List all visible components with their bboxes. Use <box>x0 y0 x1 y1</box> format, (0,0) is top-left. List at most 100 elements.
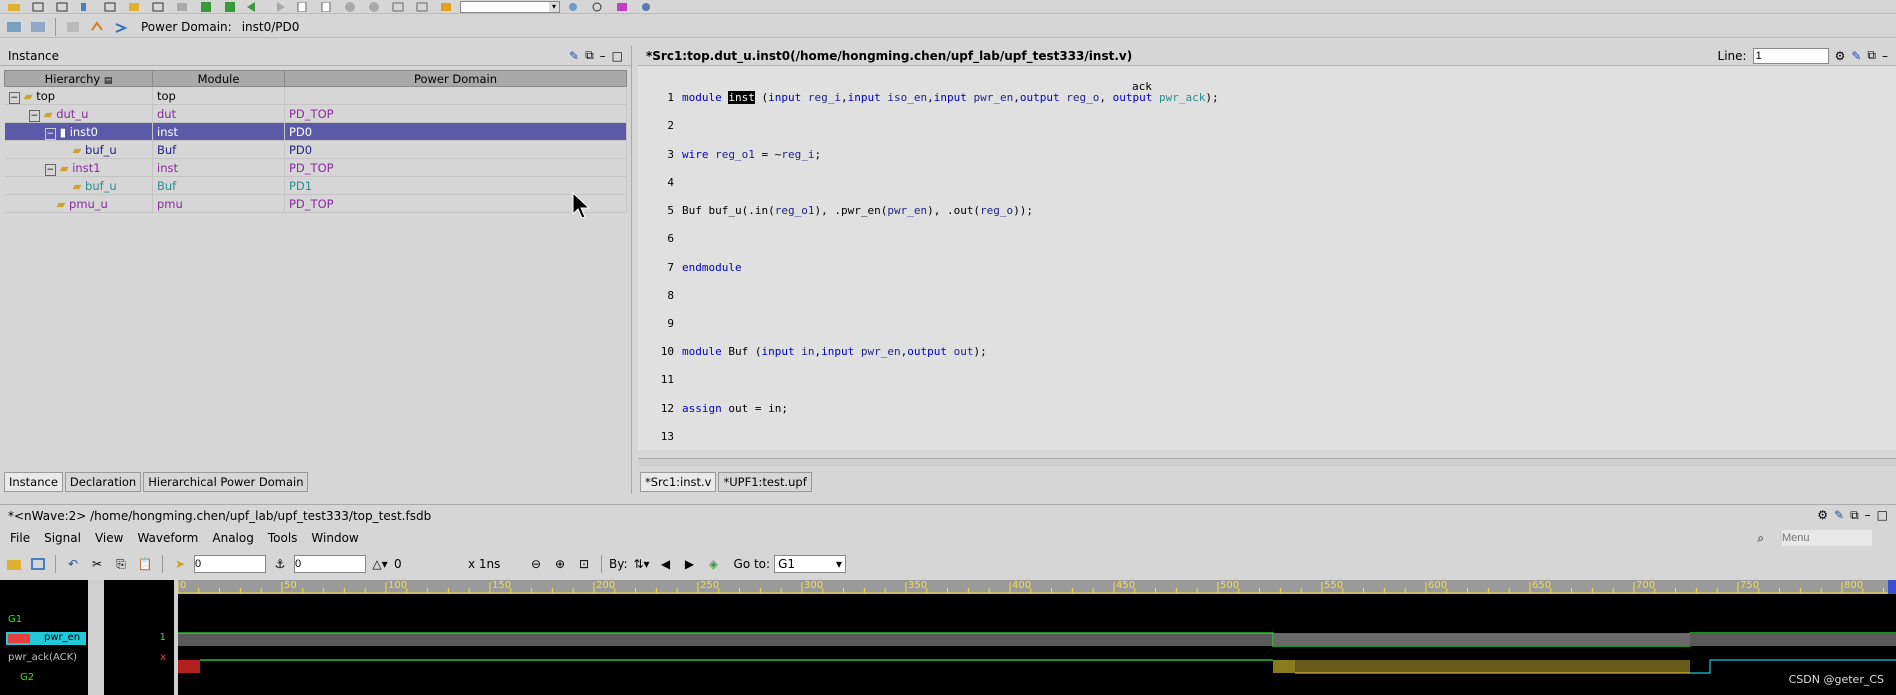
driver-icon[interactable] <box>172 1 192 13</box>
pin-icon[interactable]: ✎ <box>569 49 579 63</box>
table-row[interactable]: − ▰ inst1 inst PD_TOP <box>4 158 627 177</box>
open-icon[interactable] <box>4 1 24 13</box>
load-up-icon[interactable] <box>196 1 216 13</box>
color-icon[interactable] <box>612 1 632 13</box>
search-by-icon[interactable]: ⇅▾ <box>632 555 652 573</box>
filter-icon[interactable]: ▤ <box>104 76 113 86</box>
chevron-down-icon[interactable]: ▾ <box>836 557 842 571</box>
code-line[interactable]: module Buf (input in,input pwr_en,output… <box>682 345 987 358</box>
zoom-fit-icon[interactable]: ⊡ <box>574 555 594 573</box>
cursor-icon[interactable]: ➤ <box>170 555 190 573</box>
group-label[interactable]: G2 <box>20 672 34 683</box>
power-view-icon[interactable] <box>4 18 24 36</box>
net-icon[interactable] <box>388 1 408 13</box>
pin-icon[interactable]: ✎ <box>1834 508 1844 523</box>
minimize-icon[interactable]: – <box>600 49 606 63</box>
menu-waveform[interactable]: Waveform <box>137 531 198 545</box>
circle-down-icon[interactable] <box>364 1 384 13</box>
table-row[interactable]: ▰ pmu_u pmu PD_TOP <box>4 194 627 213</box>
doc2-icon[interactable] <box>316 1 336 13</box>
collapse-icon[interactable]: − <box>28 109 41 122</box>
minimize-icon[interactable]: – <box>1865 508 1871 523</box>
menu-analog[interactable]: Analog <box>212 531 253 545</box>
horizontal-scrollbar[interactable] <box>638 458 1896 466</box>
table-row[interactable]: − ▰ dut_u dut PD_TOP <box>4 104 627 123</box>
cursor-time-input[interactable] <box>194 555 266 573</box>
code-line[interactable]: Buf buf_u(.in(reg_o1), .pwr_en(pwr_en), … <box>682 204 1033 217</box>
next-icon[interactable]: ▶ <box>680 555 700 573</box>
power-map-icon[interactable] <box>28 18 48 36</box>
reload-icon[interactable] <box>28 555 48 573</box>
float-icon[interactable]: ⧉ <box>1867 48 1876 63</box>
cut-icon[interactable]: ✂ <box>87 555 107 573</box>
signal-pane-scrollbar[interactable] <box>88 580 104 695</box>
maximize-icon[interactable]: □ <box>612 49 623 63</box>
column-header-hierarchy[interactable]: Hierarchy ▤ <box>4 70 153 87</box>
paste-icon[interactable]: 📋 <box>135 555 155 573</box>
code-line[interactable]: assign out = in; <box>682 402 788 415</box>
code-area[interactable]: 1 module inst (input reg_i,input iso_en,… <box>638 66 1896 450</box>
marker-time-input[interactable] <box>294 555 366 573</box>
hierarchy-icon[interactable] <box>28 1 48 13</box>
code-line[interactable]: endmodule <box>682 261 742 274</box>
return-icon[interactable] <box>87 18 107 36</box>
table-row[interactable]: ▰ buf_u Buf PD1 <box>4 176 627 195</box>
collapse-icon[interactable]: − <box>8 91 21 104</box>
ant-icon[interactable] <box>636 1 656 13</box>
collapse-icon[interactable]: − <box>44 127 57 140</box>
undo-icon[interactable]: ↶ <box>63 555 83 573</box>
trace-icon[interactable] <box>124 1 144 13</box>
zoom-out-icon[interactable]: ⊖ <box>526 555 546 573</box>
tab-src1[interactable]: *Src1:inst.v <box>640 472 717 492</box>
waveform-area[interactable]: G1 pwr_en pwr_ack(ACK) G2 1 x 0 50 100 150 2… <box>0 580 1896 695</box>
doc-icon[interactable] <box>292 1 312 13</box>
maximize-icon[interactable]: □ <box>1877 508 1888 523</box>
pin-icon[interactable]: ✎ <box>1851 49 1861 63</box>
edit-icon[interactable] <box>100 1 120 13</box>
tab-hierarchical-power-domain[interactable]: Hierarchical Power Domain <box>143 472 309 492</box>
marker-icon[interactable]: ⚓ <box>270 555 290 573</box>
settings-icon[interactable]: ⚙ <box>1817 508 1828 523</box>
tab-declaration[interactable]: Declaration <box>64 472 142 492</box>
back-arrow-icon[interactable] <box>244 1 264 13</box>
column-header-power-domain[interactable]: Power Domain <box>284 70 627 87</box>
delta-icon[interactable]: △▾ <box>370 555 390 573</box>
prev-icon[interactable]: ◀ <box>656 555 676 573</box>
circle-up-icon[interactable] <box>340 1 360 13</box>
open-file-icon[interactable] <box>4 555 24 573</box>
up-level-icon[interactable] <box>63 18 83 36</box>
settings-icon[interactable]: ⚙ <box>1835 49 1846 63</box>
zoom-find-icon[interactable] <box>588 1 608 13</box>
code-line[interactable]: wire reg_o1 = ~reg_i; <box>682 148 821 161</box>
load-down-icon[interactable] <box>220 1 240 13</box>
menu-tools[interactable]: Tools <box>268 531 298 545</box>
menu-window[interactable]: Window <box>311 531 358 545</box>
float-icon[interactable]: ⧉ <box>585 48 594 63</box>
refresh-icon[interactable] <box>111 18 131 36</box>
minimize-icon[interactable]: – <box>1882 49 1888 63</box>
bookmark-icon[interactable]: ◈ <box>704 555 724 573</box>
waveform-canvas[interactable]: 0 50 100 150 200 250 300 350 400 450 500 550 600 650 7… <box>178 580 1896 695</box>
tab-upf1[interactable]: *UPF1:test.upf <box>718 472 812 492</box>
search-combo[interactable]: ▾ <box>460 0 560 13</box>
table-row[interactable]: − ▰ top top <box>4 86 627 105</box>
lock-icon[interactable] <box>436 1 456 13</box>
tab-instance[interactable]: Instance <box>4 472 63 492</box>
copy-icon[interactable]: ⎘ <box>111 555 131 573</box>
menu-file[interactable]: File <box>10 531 30 545</box>
net2-icon[interactable] <box>412 1 432 13</box>
time-ruler[interactable]: 0 50 100 150 200 250 300 350 400 450 500 550 600 650 7… <box>178 580 1896 594</box>
float-icon[interactable]: ⧉ <box>1850 508 1859 523</box>
column-header-module[interactable]: Module <box>152 70 285 87</box>
goto-select[interactable]: G1 ▾ <box>774 555 847 573</box>
line-input[interactable] <box>1752 47 1829 64</box>
menu-search-input[interactable] <box>1782 530 1872 546</box>
pen-icon[interactable] <box>148 1 168 13</box>
chevron-down-icon[interactable]: ▾ <box>549 1 559 12</box>
forward-arrow-icon[interactable] <box>268 1 288 13</box>
menu-view[interactable]: View <box>95 531 123 545</box>
table-row[interactable]: ▰ buf_u Buf PD0 <box>4 140 627 159</box>
table-row-selected[interactable]: − ▮ inst0 inst PD0 <box>4 122 627 141</box>
collapse-icon[interactable]: − <box>44 163 57 176</box>
tree-icon[interactable] <box>76 1 96 13</box>
